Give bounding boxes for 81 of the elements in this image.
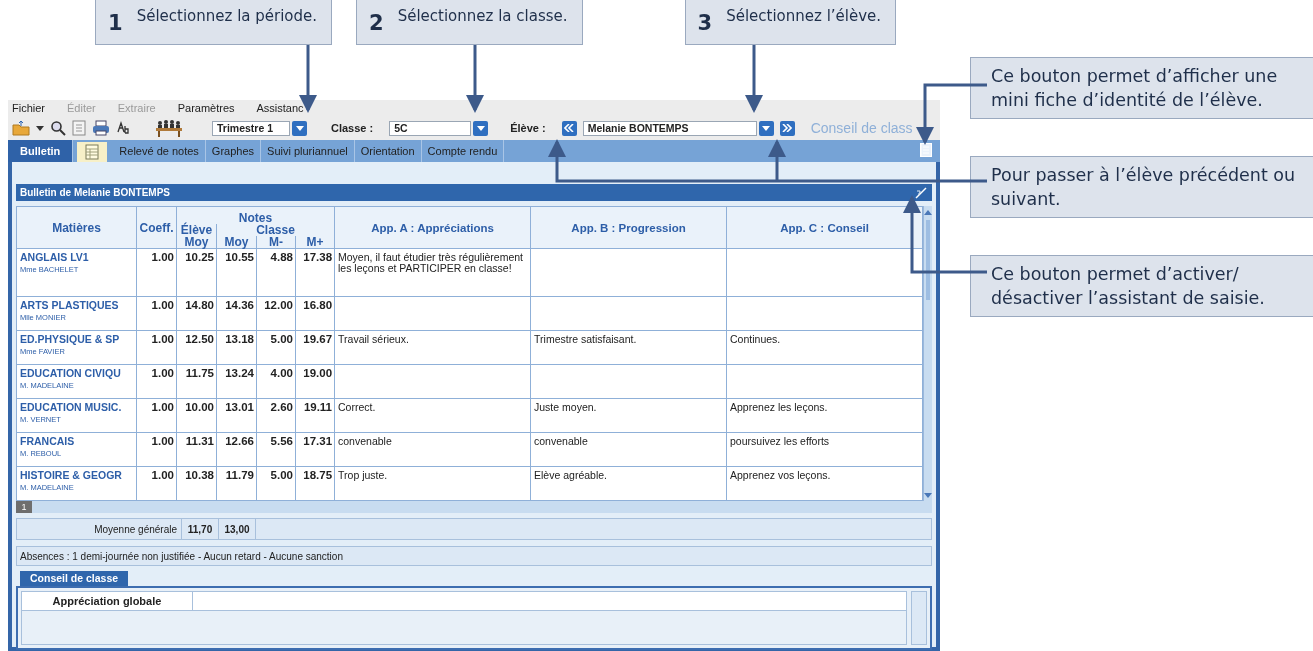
double-chevron-icon bbox=[564, 124, 575, 132]
column-header: Coeff. bbox=[136, 206, 177, 249]
comment-cell[interactable]: Trop juste. bbox=[334, 466, 531, 501]
comment-cell[interactable]: Apprenez vos leçons. bbox=[726, 466, 923, 501]
caret-icon bbox=[924, 209, 933, 215]
comment-cell[interactable]: Moyen, il faut étudier très régulièrement les leçons et PARTICIPER en classe! bbox=[334, 248, 531, 297]
field-label: Élève : bbox=[510, 122, 546, 134]
comment-cell[interactable]: Apprenez les leçons. bbox=[726, 398, 923, 433]
printer-icon[interactable] bbox=[92, 120, 110, 136]
grade-cell: 10.55 bbox=[216, 248, 257, 297]
comment-cell[interactable]: Continues. bbox=[726, 330, 923, 365]
scrollbar[interactable] bbox=[911, 591, 927, 645]
grade-cell: 4.88 bbox=[256, 248, 296, 297]
column-header: App. B : Progression bbox=[530, 206, 727, 249]
spellcheck-icon[interactable] bbox=[116, 120, 132, 136]
subject-name: ARTS PLASTIQUES bbox=[20, 299, 120, 311]
subject-name: FRANCAIS bbox=[20, 435, 76, 447]
caret-icon bbox=[295, 125, 304, 131]
callout-text: Ce bouton permet d’afficher une mini fiche d’identité de l’élève. bbox=[991, 65, 1279, 112]
callout-text: Sélectionnez la classe. bbox=[397, 6, 568, 26]
comment-cell[interactable]: Correct. bbox=[334, 398, 531, 433]
bulletin-title: Bulletin de Melanie BONTEMPS bbox=[20, 187, 171, 198]
class-dropdown[interactable]: 5C bbox=[389, 120, 472, 136]
menu-item[interactable]: Fichier bbox=[12, 102, 45, 114]
average-value: 11,70 bbox=[182, 519, 219, 539]
subject-name: HISTOIRE & GEOGR bbox=[20, 469, 123, 481]
column-header: App. A : Appréciations bbox=[334, 206, 531, 249]
grade-cell: 17.38 bbox=[295, 248, 335, 297]
caret-icon bbox=[924, 492, 933, 498]
callout-text: Sélectionnez la période. bbox=[136, 6, 318, 26]
page-number[interactable]: 1 bbox=[16, 501, 32, 513]
dropdown-button[interactable] bbox=[292, 120, 307, 136]
wand-icon[interactable] bbox=[914, 186, 928, 199]
horizontal-scrollbar[interactable]: 1 bbox=[16, 501, 932, 513]
next-student-button[interactable] bbox=[779, 120, 795, 136]
scrollbar[interactable] bbox=[923, 206, 933, 501]
comment-cell[interactable]: convenable bbox=[530, 432, 727, 467]
callout-text: Pour passer à l’élève précédent ou suivant. bbox=[991, 164, 1297, 211]
callout-text: Ce bouton permet d’activer/ désactiver l’assistant de saisie. bbox=[991, 263, 1266, 310]
double-chevron-icon bbox=[782, 124, 793, 132]
dropdown-button[interactable] bbox=[473, 120, 489, 136]
leader-arrow bbox=[745, 45, 763, 113]
step-number: 1 bbox=[108, 10, 123, 37]
callout-text: Sélectionnez l’élève. bbox=[726, 6, 882, 26]
caret-icon bbox=[762, 125, 771, 131]
step-number: 3 bbox=[697, 10, 713, 37]
caret-icon bbox=[476, 125, 485, 131]
subject-name: ED.PHYSIQUE & SP bbox=[20, 333, 121, 345]
menu-item[interactable]: Assistanc bbox=[256, 102, 304, 114]
dropdown-button[interactable] bbox=[758, 120, 774, 136]
student-dropdown[interactable]: Melanie BONTEMPS bbox=[582, 120, 757, 136]
comment-cell[interactable]: Trimestre satisfaisant. bbox=[530, 330, 727, 365]
leader-arrow bbox=[466, 45, 484, 113]
column-header: Appréciation globale bbox=[22, 592, 193, 610]
average-label: Moyenne générale bbox=[17, 519, 182, 539]
folder-icon[interactable] bbox=[12, 120, 30, 136]
meeting-icon[interactable] bbox=[154, 119, 184, 137]
comment-cell[interactable]: Travail sérieux. bbox=[334, 330, 531, 365]
grade-cell: 1.00 bbox=[136, 248, 177, 297]
tab[interactable]: Bulletin bbox=[8, 140, 74, 162]
subject-name: EDUCATION CIVIQU bbox=[20, 367, 122, 379]
step-number: 2 bbox=[369, 10, 384, 37]
average-value: 13,00 bbox=[219, 519, 256, 539]
period-dropdown[interactable]: Trimestre 1 bbox=[212, 120, 290, 136]
comment-cell[interactable]: Juste moyen. bbox=[530, 398, 727, 433]
field-label: Classe : bbox=[331, 122, 374, 134]
grade-cell: 10.25 bbox=[176, 248, 217, 297]
subject-name: EDUCATION MUSIC. bbox=[20, 401, 123, 413]
column-header: App. C : Conseil bbox=[726, 206, 923, 249]
caret-icon[interactable] bbox=[36, 125, 44, 131]
mode-title: Conseil de class bbox=[810, 120, 913, 136]
comment-cell[interactable]: poursuivez les efforts bbox=[726, 432, 923, 467]
comment-cell[interactable]: convenable bbox=[334, 432, 531, 467]
column-header: Matières bbox=[16, 206, 137, 249]
subject-name: ANGLAIS LV1 bbox=[20, 251, 90, 263]
tab[interactable]: Conseil de classe bbox=[20, 571, 129, 586]
comment-cell[interactable]: Elève agréable. bbox=[530, 466, 727, 501]
previous-student-button[interactable] bbox=[561, 120, 577, 136]
absences-summary: Absences : 1 demi-journée non justifiée - Aucun retard - Aucune sanction bbox=[16, 546, 932, 566]
search-icon[interactable] bbox=[50, 120, 66, 136]
menu-item[interactable]: Paramètres bbox=[177, 102, 235, 114]
